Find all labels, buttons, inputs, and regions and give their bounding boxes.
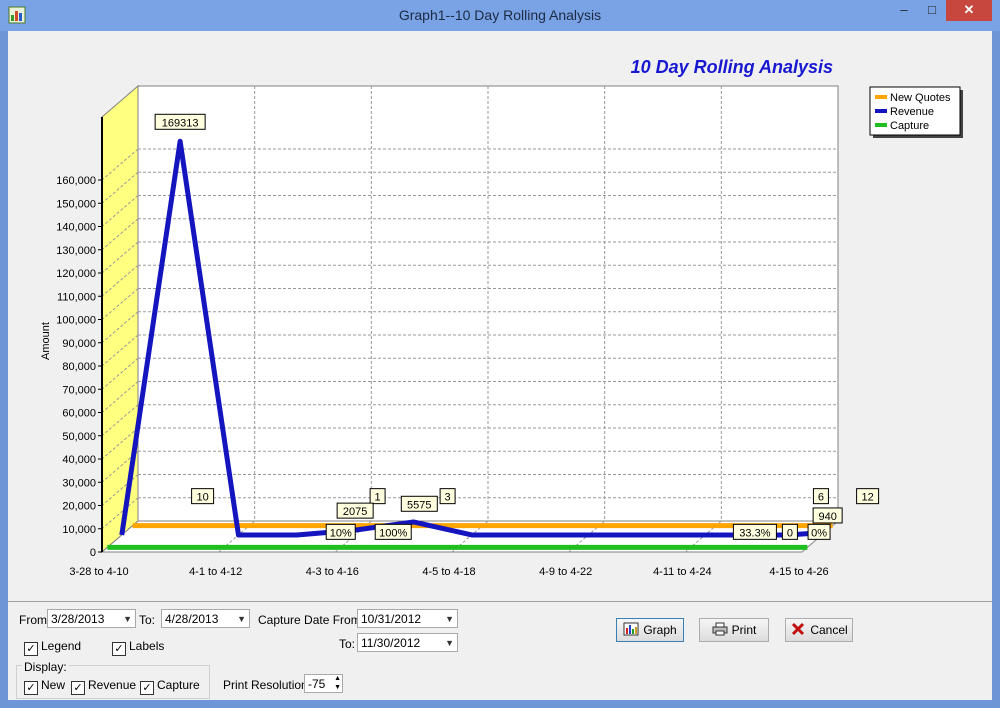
capture-checkbox-label: Capture (157, 678, 200, 692)
y-tick-label: 130,000 (56, 245, 96, 257)
y-tick-label: 120,000 (56, 268, 96, 280)
print-resolution-label: Print Resolution: (223, 678, 312, 692)
data-label: 0 (787, 527, 793, 539)
data-label: 100% (379, 527, 407, 539)
y-tick-label: 10,000 (62, 524, 96, 536)
x-tick-label: 4-15 to 4-26 (769, 566, 828, 578)
from-date-value: 3/28/2013 (51, 612, 105, 626)
x-tick-label: 3-28 to 4-10 (69, 566, 128, 578)
y-tick-label: 50,000 (62, 431, 96, 443)
printer-icon (712, 622, 728, 636)
data-label: 33.3% (739, 527, 770, 539)
capture-to-label: To: (339, 637, 356, 651)
app-window: Graph1--10 Day Rolling Analysis – □ ✕ 0 1… (0, 0, 1000, 708)
maximize-button[interactable]: □ (918, 0, 946, 21)
capture-from-combo[interactable]: 10/31/2012 ▼ (357, 609, 458, 628)
from-label: From: (19, 613, 51, 627)
chevron-down-icon: ▼ (445, 614, 454, 624)
chart-title: 10 Day Rolling Analysis (631, 57, 833, 77)
y-tick-label: 90,000 (62, 338, 96, 350)
data-label: 2075 (343, 506, 367, 518)
title-bar[interactable]: Graph1--10 Day Rolling Analysis – □ ✕ (0, 0, 1000, 31)
y-tick-label: 60,000 (62, 408, 96, 420)
checkbox-check-icon: ✓ (71, 681, 85, 695)
new-checkbox-label: New (41, 678, 66, 692)
print-button[interactable]: Print (699, 618, 769, 642)
y-tick-label: 150,000 (56, 198, 96, 210)
y-axis-title: Amount (40, 322, 52, 360)
capture-to-value: 11/30/2012 (361, 636, 421, 650)
data-label: 6 (818, 492, 824, 504)
data-label: 10 (196, 492, 208, 504)
x-tick-label: 4-1 to 4-12 (189, 566, 242, 578)
print-resolution-value: -75 (308, 677, 326, 691)
data-label: 3 (445, 492, 451, 504)
chevron-down-icon: ▼ (237, 614, 246, 624)
spin-down-icon[interactable]: ▼ (334, 683, 341, 692)
print-button-label: Print (731, 623, 757, 637)
x-tick-label: 4-5 to 4-18 (422, 566, 475, 578)
from-date-combo[interactable]: 3/28/2013 ▼ (47, 609, 136, 628)
to-label: To: (139, 613, 156, 627)
legend-entry: Capture (890, 120, 929, 132)
legend-entry: Revenue (890, 106, 934, 118)
data-label: 169313 (162, 117, 199, 129)
y-tick-label: 140,000 (56, 222, 96, 234)
data-label: 940 (818, 511, 836, 523)
window-title: Graph1--10 Day Rolling Analysis (398, 7, 602, 23)
capture-from-value: 10/31/2012 (361, 612, 422, 626)
cancel-button[interactable]: Cancel (785, 618, 853, 642)
chart-area: 0 10,000 20,000 30,000 40,000 50,000 60,000 70,… (8, 31, 992, 602)
close-button[interactable]: ✕ (946, 0, 992, 21)
new-checkbox[interactable]: ✓ New (24, 677, 66, 695)
labels-checkbox-label: Labels (129, 639, 165, 653)
to-date-value: 4/28/2013 (165, 612, 219, 626)
data-label: 10% (330, 527, 352, 539)
checkbox-check-icon: ✓ (112, 642, 126, 656)
graph-button[interactable]: Graph (616, 618, 684, 642)
y-tick-label: 100,000 (56, 315, 96, 327)
data-label: 1 (375, 492, 381, 504)
graph-button-label: Graph (643, 623, 677, 637)
capture-from-label: Capture Date From: (258, 613, 365, 627)
y-tick-label: 110,000 (57, 291, 96, 303)
y-tick-label: 40,000 (62, 454, 96, 466)
cancel-button-label: Cancel (810, 623, 848, 637)
client-area: 0 10,000 20,000 30,000 40,000 50,000 60,000 70,… (8, 31, 992, 700)
legend-checkbox[interactable]: ✓ Legend (24, 638, 82, 656)
display-group-label: Display: (22, 660, 69, 674)
y-tick-label: 0 (90, 547, 96, 559)
bar-chart-icon (623, 622, 639, 636)
y-tick-label: 70,000 (62, 384, 96, 396)
data-label: 5575 (407, 499, 431, 511)
labels-checkbox[interactable]: ✓ Labels (112, 638, 165, 656)
x-tick-label: 4-9 to 4-22 (539, 566, 592, 578)
revenue-checkbox[interactable]: ✓ Revenue (71, 677, 137, 695)
data-label: 12 (861, 492, 873, 504)
legend-checkbox-label: Legend (41, 639, 82, 653)
revenue-checkbox-label: Revenue (88, 678, 137, 692)
capture-to-combo[interactable]: 11/30/2012 ▼ (357, 633, 458, 652)
data-label: 0% (811, 527, 827, 539)
minimize-button[interactable]: – (890, 0, 918, 21)
chart: 0 10,000 20,000 30,000 40,000 50,000 60,000 70,… (40, 57, 963, 578)
y-tick-label: 160,000 (56, 175, 96, 187)
checkbox-check-icon: ✓ (140, 681, 154, 695)
y-tick-label: 80,000 (62, 361, 96, 373)
print-resolution-spinner[interactable]: -75 ▲ ▼ (304, 674, 343, 693)
spin-up-icon[interactable]: ▲ (334, 674, 341, 683)
checkbox-check-icon: ✓ (24, 681, 38, 695)
checkbox-check-icon: ✓ (24, 642, 38, 656)
chart-left-wall (101, 84, 139, 554)
capture-checkbox[interactable]: ✓ Capture (140, 677, 200, 695)
y-tick-label: 30,000 (62, 477, 96, 489)
x-tick-label: 4-11 to 4-24 (653, 566, 712, 578)
legend-entry: New Quotes (890, 92, 951, 104)
cancel-x-icon (792, 622, 805, 636)
y-tick-label: 20,000 (62, 501, 96, 513)
to-date-combo[interactable]: 4/28/2013 ▼ (161, 609, 250, 628)
chevron-down-icon: ▼ (123, 614, 132, 624)
x-tick-label: 4-3 to 4-16 (306, 566, 359, 578)
chevron-down-icon: ▼ (445, 638, 454, 648)
